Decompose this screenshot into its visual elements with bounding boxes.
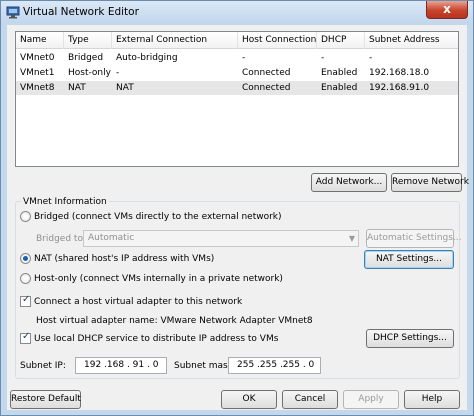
- ok-button[interactable]: OK: [221, 390, 277, 409]
- subnet-mask-label: Subnet mask:: [174, 361, 236, 371]
- table-row-vmnet0[interactable]: VMnet0 Bridged Auto-bridging - - -: [16, 51, 458, 65]
- cell-external-connection: -: [116, 68, 120, 78]
- cell-type: NAT: [68, 83, 86, 93]
- cell-external-connection: Auto-bridging: [116, 53, 178, 63]
- cell-subnet-address: -: [369, 53, 373, 63]
- host-adapter-name-label: Host virtual adapter name: VMware Networ…: [36, 316, 313, 326]
- cancel-button[interactable]: Cancel: [282, 390, 338, 409]
- column-header-subnet-address[interactable]: Subnet Address: [365, 32, 458, 49]
- restore-default-button[interactable]: Restore Default: [10, 390, 81, 409]
- bridged-radio[interactable]: [20, 211, 31, 222]
- column-header-name[interactable]: Name: [16, 32, 64, 49]
- virtual-network-editor-window: Virtual Network Editor x Name Type Exter…: [0, 0, 474, 416]
- cell-host-connection: -: [242, 53, 246, 63]
- connect-host-adapter-checkbox[interactable]: [20, 294, 31, 307]
- nat-label[interactable]: NAT (shared host's IP address with VMs): [34, 253, 214, 265]
- table-row-vmnet8[interactable]: VMnet8 NAT NAT Connected Enabled 192.168…: [16, 81, 458, 95]
- table-header: Name Type External Connection Host Conne…: [16, 32, 458, 49]
- cell-host-connection: Connected: [242, 68, 291, 78]
- cell-type: Host-only: [68, 68, 111, 78]
- title-bar[interactable]: Virtual Network Editor x: [1, 1, 473, 23]
- column-header-type[interactable]: Type: [64, 32, 112, 49]
- column-header-dhcp[interactable]: DHCP: [317, 32, 365, 49]
- subnet-ip-label: Subnet IP:: [20, 361, 66, 371]
- host-only-label[interactable]: Host-only (connect VMs internally in a p…: [34, 273, 283, 285]
- cell-dhcp: Enabled: [321, 68, 358, 78]
- subnet-ip-field[interactable]: 192 .168 . 91 . 0: [75, 357, 167, 374]
- network-app-icon: [6, 6, 20, 19]
- use-local-dhcp-label[interactable]: Use local DHCP service to distribute IP …: [34, 333, 278, 345]
- use-local-dhcp-checkbox[interactable]: [20, 331, 31, 344]
- cell-host-connection: Connected: [242, 83, 291, 93]
- bridged-to-value: Automatic: [88, 233, 135, 243]
- remove-network-button[interactable]: Remove Network: [391, 173, 469, 192]
- apply-button[interactable]: Apply: [343, 390, 399, 409]
- bridged-label[interactable]: Bridged (connect VMs directly to the ext…: [34, 211, 282, 223]
- add-network-button[interactable]: Add Network...: [311, 173, 387, 192]
- close-button[interactable]: x: [426, 1, 468, 19]
- cell-dhcp: Enabled: [321, 83, 358, 93]
- dialog-client-area: Name Type External Connection Host Conne…: [7, 25, 469, 410]
- vmnet-information-group: [15, 201, 460, 379]
- window-title: Virtual Network Editor: [23, 6, 139, 18]
- nat-settings-button[interactable]: NAT Settings...: [364, 250, 454, 269]
- nat-radio[interactable]: [20, 253, 31, 264]
- table-row-vmnet1[interactable]: VMnet1 Host-only - Connected Enabled 192…: [16, 66, 458, 80]
- automatic-settings-button[interactable]: Automatic Settings...: [366, 229, 462, 248]
- cell-name: VMnet0: [20, 53, 55, 63]
- cell-type: Bridged: [68, 53, 104, 63]
- dhcp-settings-button[interactable]: DHCP Settings...: [366, 329, 454, 348]
- column-header-host-connection[interactable]: Host Connection: [238, 32, 317, 49]
- cell-dhcp: -: [321, 53, 325, 63]
- cell-name: VMnet8: [20, 83, 55, 93]
- column-header-external-connection[interactable]: External Connection: [112, 32, 238, 49]
- cell-subnet-address: 192.168.91.0: [369, 83, 430, 93]
- vmnet-information-title: VMnet Information: [21, 196, 109, 208]
- cell-name: VMnet1: [20, 68, 55, 78]
- network-list-table[interactable]: Name Type External Connection Host Conne…: [15, 31, 459, 167]
- subnet-mask-field[interactable]: 255 .255 .255 . 0: [228, 357, 321, 374]
- close-icon: x: [443, 2, 451, 16]
- chevron-down-icon: ▼: [348, 234, 355, 243]
- connect-host-adapter-label[interactable]: Connect a host virtual adapter to this n…: [34, 296, 242, 308]
- bridged-to-label: Bridged to:: [36, 234, 86, 244]
- bridged-to-dropdown[interactable]: Automatic ▼: [83, 230, 359, 247]
- cell-subnet-address: 192.168.18.0: [369, 68, 430, 78]
- help-button[interactable]: Help: [404, 390, 460, 409]
- cell-external-connection: NAT: [116, 83, 134, 93]
- host-only-radio[interactable]: [20, 273, 31, 284]
